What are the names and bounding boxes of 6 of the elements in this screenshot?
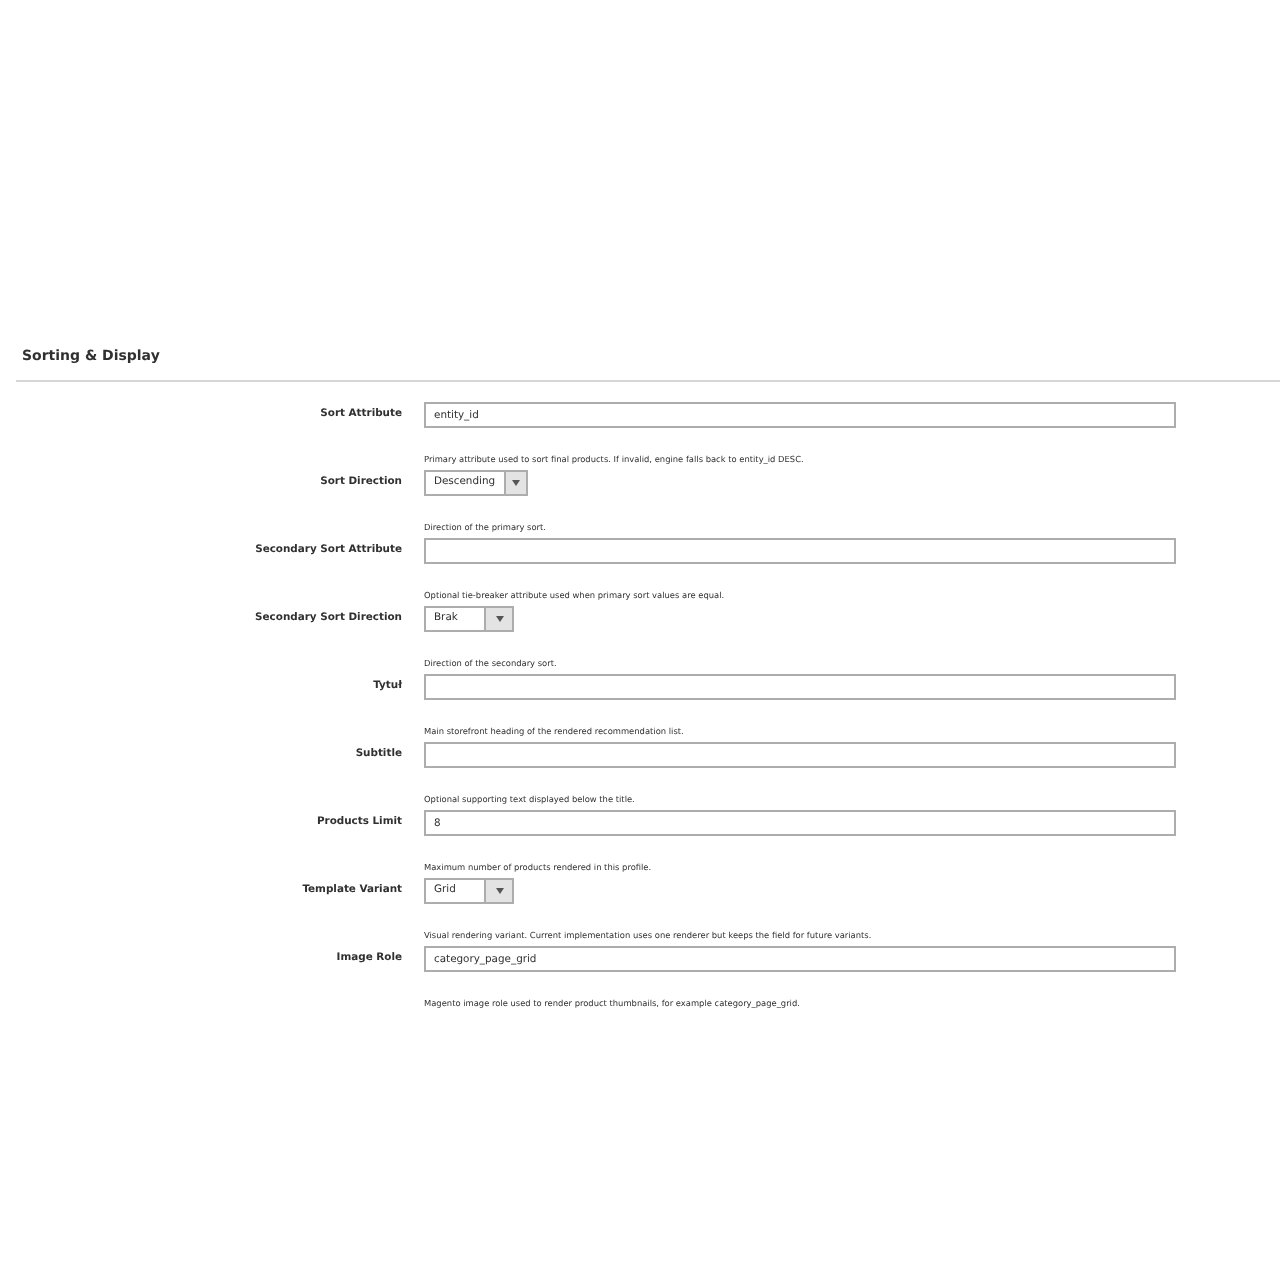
text-input[interactable]: [424, 742, 1176, 768]
text-input[interactable]: [424, 538, 1176, 564]
caret-down-icon: [511, 480, 520, 486]
caret-down-icon: [495, 616, 503, 622]
text-input[interactable]: [424, 674, 1176, 700]
caret-down-icon: [495, 888, 503, 894]
